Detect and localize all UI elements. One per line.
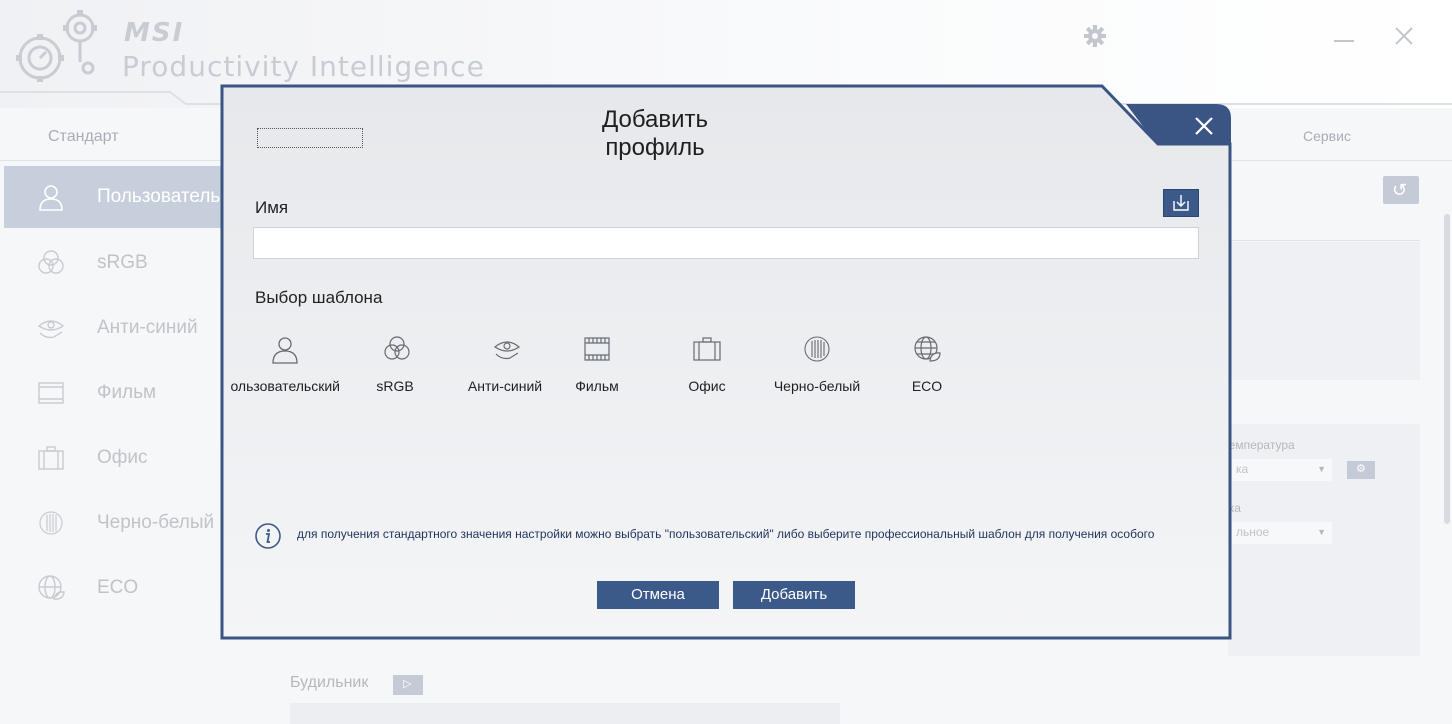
template-custom[interactable]: Пользовательский <box>230 332 340 404</box>
focus-indicator <box>257 128 363 148</box>
temperature-settings-button[interactable]: ⚙ <box>1347 461 1375 479</box>
play-icon: ▷ <box>403 678 412 690</box>
template-film[interactable]: Фильм <box>542 332 652 404</box>
brand-logo: MSI <box>124 18 185 48</box>
eye-hand-icon <box>493 341 521 360</box>
template-office[interactable]: Офис <box>652 332 762 404</box>
eye-hand-icon <box>37 320 65 339</box>
reset-button[interactable]: ↺ <box>1383 176 1419 204</box>
settings-gear-icon[interactable] <box>1083 24 1107 48</box>
info-hint-text: для получения стандартного значения наст… <box>297 527 1155 541</box>
template-label-text: sRGB <box>376 378 414 394</box>
import-profile-button[interactable] <box>1163 189 1199 217</box>
info-icon <box>255 523 281 549</box>
template-label-text: Офис <box>688 378 726 394</box>
bw-circle-icon <box>804 336 830 362</box>
user-icon <box>39 185 63 211</box>
film-icon <box>38 382 64 404</box>
bw-circle-icon <box>39 511 63 535</box>
window-close-icon[interactable] <box>1392 24 1416 48</box>
refresh-icon: ↺ <box>1392 180 1408 200</box>
download-icon <box>1173 195 1189 211</box>
sidebar-item-label: ECO <box>97 577 139 598</box>
template-eco[interactable]: ECO <box>872 332 982 404</box>
user-icon <box>272 337 298 364</box>
rgb-circles-icon <box>384 336 410 360</box>
sidebar-item-label: Черно-белый <box>97 512 215 533</box>
temperature-select[interactable]: ка <box>1232 459 1332 481</box>
alarm-panel <box>290 703 840 724</box>
cancel-button[interactable]: Отмена <box>597 581 719 609</box>
gears-logo-icon <box>16 10 97 82</box>
sidebar-item-label: Офис <box>97 447 148 468</box>
briefcase-icon <box>38 446 64 470</box>
alarm-label: Будильник <box>290 674 369 691</box>
name-label: Имя <box>255 198 289 217</box>
profile-name-input[interactable] <box>253 227 1199 259</box>
briefcase-icon <box>693 337 721 361</box>
template-label: Выбор шаблона <box>255 288 383 307</box>
sidebar-item-label: Фильм <box>97 382 157 403</box>
scrollbar[interactable] <box>1444 214 1450 524</box>
template-label-text: Пользовательский <box>230 378 340 394</box>
film-icon <box>584 337 610 361</box>
add-button[interactable]: Добавить <box>733 581 855 609</box>
template-label-text: Фильм <box>575 378 619 394</box>
tab-standard[interactable]: Стандарт <box>48 128 119 146</box>
right-panel-top <box>1228 242 1420 380</box>
rgb-circles-icon <box>38 250 64 274</box>
second-setting-select[interactable]: льное <box>1232 522 1332 544</box>
app-title: Productivity Intelligence <box>122 50 485 83</box>
template-srgb[interactable]: sRGB <box>340 332 450 404</box>
tab-service[interactable]: Сервис <box>1303 128 1351 144</box>
close-icon <box>1195 117 1213 135</box>
temperature-label: Температура <box>1222 438 1295 452</box>
gear-icon: ⚙ <box>1356 463 1366 475</box>
eco-globe-icon <box>38 575 65 600</box>
template-label-text: ECO <box>911 378 943 394</box>
sidebar-item-label: sRGB <box>97 252 148 273</box>
alarm-play-button[interactable]: ▷ <box>393 675 423 695</box>
minimize-button[interactable] <box>1334 40 1354 42</box>
dialog-close-button[interactable] <box>1182 106 1226 146</box>
template-label-text: Черно-белый <box>773 378 861 394</box>
sidebar-item-label: Анти-синий <box>97 317 198 338</box>
panel-divider <box>1230 240 1420 241</box>
eco-globe-icon <box>914 336 941 362</box>
template-black-white[interactable]: Черно-белый <box>762 332 872 404</box>
dialog-title: Добавить профиль <box>601 106 709 161</box>
add-profile-dialog: Добавить профиль Имя Выбор шаблона Польз… <box>220 84 1232 640</box>
